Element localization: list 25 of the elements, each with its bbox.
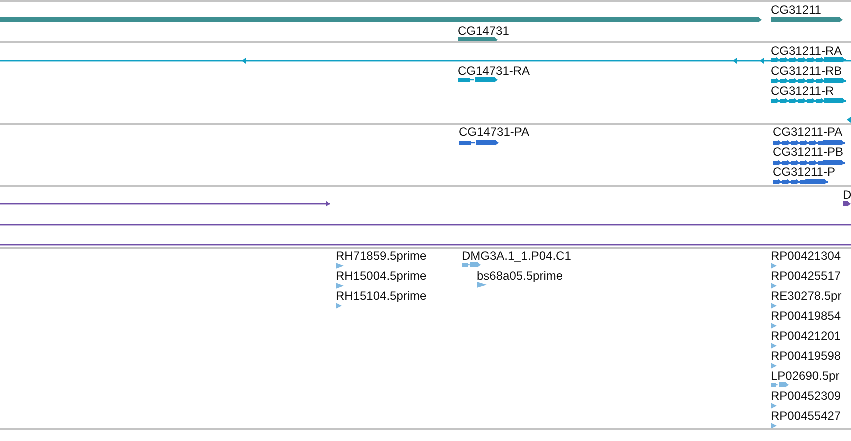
feature-label: RP00419598 — [771, 349, 842, 363]
feature-label: LP02690.5pr — [771, 369, 840, 383]
feature-label: DMG3A.1_1.P04.C1 — [462, 249, 572, 263]
feature-label: RP00425517 — [771, 269, 842, 283]
feature-label: CG31211-RA — [771, 44, 842, 58]
feature-label: RP00452309 — [771, 389, 842, 403]
feature-label: bs68a05.5prime — [477, 269, 564, 283]
feature-label: D — [843, 188, 851, 202]
feature-label: CG14731-RA — [458, 64, 530, 78]
feature-label: RH71859.5prime — [336, 249, 427, 263]
feature-label: CG14731 — [458, 24, 510, 38]
feature-label: RP00455427 — [771, 409, 842, 423]
feature-label: RP00419854 — [771, 309, 842, 323]
feature-label: RH15004.5prime — [336, 269, 427, 283]
feature-label: CG14731-PA — [459, 125, 530, 139]
feature-label: RE30278.5pr — [771, 289, 842, 303]
feature-label: RH15104.5prime — [336, 289, 427, 303]
feature-label: CG31211-RB — [771, 64, 842, 78]
feature-label: CG31211-R — [771, 84, 834, 98]
feature-label: RP00421304 — [771, 249, 842, 263]
feature-label: CG31211-PB — [773, 145, 844, 159]
feature-label: CG31211-PA — [773, 125, 843, 139]
feature-label: CG31211-P — [773, 165, 836, 179]
feature-label: RP00421201 — [771, 329, 842, 343]
feature-label: CG31211 — [771, 3, 822, 17]
